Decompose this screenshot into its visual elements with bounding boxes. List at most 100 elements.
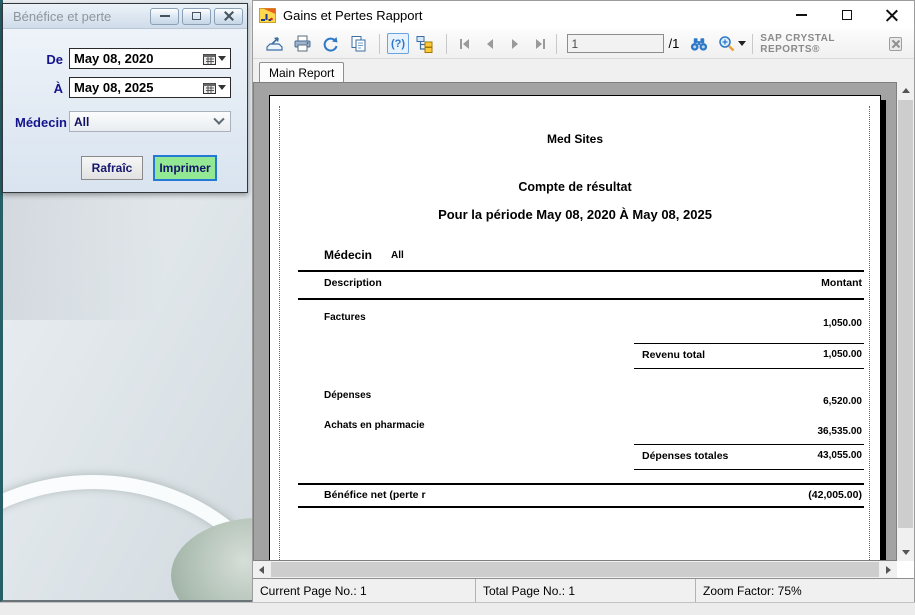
row-label: Dépenses xyxy=(324,390,371,401)
row-amount: 1,050.00 xyxy=(823,318,862,329)
horizontal-scroll-thumb[interactable] xyxy=(271,562,879,577)
refresh-button[interactable]: Rafraîc xyxy=(81,156,143,180)
toolbar-separator xyxy=(379,34,380,54)
divider xyxy=(634,343,864,344)
divider xyxy=(634,368,864,369)
medecin-selected-value: All xyxy=(70,115,215,129)
viewer-statusbar: Current Page No.: 1 Total Page No.: 1 Zo… xyxy=(253,578,914,602)
photo-shade xyxy=(3,190,252,320)
row-label: Factures xyxy=(324,312,366,323)
column-header-amount: Montant xyxy=(821,277,862,289)
vertical-scrollbar[interactable] xyxy=(897,82,914,561)
subtotal-amount: 43,055.00 xyxy=(818,450,863,461)
window-minimize-button[interactable] xyxy=(779,1,824,29)
scroll-right-button[interactable] xyxy=(880,561,897,578)
medecin-combobox[interactable]: All xyxy=(69,111,231,132)
report-viewport: Med Sites Compte de résultat Pour la pér… xyxy=(253,82,914,578)
group-label: Médecin xyxy=(324,248,372,262)
to-date-value: May 08, 2025 xyxy=(70,80,203,95)
date-dropdown-icon[interactable] xyxy=(218,56,226,61)
viewer-title: Gains et Pertes Rapport xyxy=(283,8,779,23)
export-icon xyxy=(265,35,284,53)
scroll-up-button[interactable] xyxy=(897,82,914,99)
window-maximize-button[interactable] xyxy=(824,1,869,29)
refresh-button-label: Rafraîc xyxy=(92,161,133,175)
scroll-down-button[interactable] xyxy=(897,544,914,561)
previous-page-button[interactable] xyxy=(479,34,502,54)
report-scroll-area[interactable]: Med Sites Compte de résultat Pour la pér… xyxy=(253,82,897,561)
print-button[interactable]: Imprimer xyxy=(153,155,217,181)
divider xyxy=(298,298,864,300)
close-icon xyxy=(891,40,899,48)
calendar-icon[interactable] xyxy=(203,53,216,65)
arrow-left-icon xyxy=(259,566,264,574)
previous-page-icon xyxy=(483,38,497,50)
binoculars-icon xyxy=(689,36,709,52)
dialog-title: Bénéfice et perte xyxy=(13,9,147,24)
print-report-button[interactable] xyxy=(293,34,312,54)
last-page-icon xyxy=(533,38,547,50)
printer-icon xyxy=(293,35,312,53)
copy-icon xyxy=(349,35,368,53)
to-date-field[interactable]: May 08, 2025 xyxy=(69,77,231,98)
close-icon xyxy=(224,11,234,21)
report-period: Pour la période May 08, 2020 À May 08, 2… xyxy=(270,207,880,222)
print-button-label: Imprimer xyxy=(159,161,210,175)
group-value: All xyxy=(391,250,404,261)
minimize-icon xyxy=(796,14,807,16)
dialog-close-button[interactable] xyxy=(214,8,243,25)
next-page-icon xyxy=(508,38,522,50)
report-page: Med Sites Compte de résultat Pour la pér… xyxy=(269,95,881,561)
search-button[interactable] xyxy=(689,34,709,54)
row-amount: 36,535.00 xyxy=(818,426,863,437)
first-page-button[interactable] xyxy=(454,34,477,54)
sap-crystal-reports-logo: SAP CRYSTAL REPORTS® xyxy=(760,33,879,55)
brand-close-button[interactable] xyxy=(889,37,902,51)
dialog-maximize-button[interactable] xyxy=(182,8,211,25)
zoom-dropdown-icon[interactable] xyxy=(738,41,746,46)
refresh-report-button[interactable] xyxy=(321,34,340,54)
vertical-scroll-thumb[interactable] xyxy=(898,100,913,528)
scroll-left-button[interactable] xyxy=(253,561,270,578)
next-page-button[interactable] xyxy=(504,34,527,54)
first-page-icon xyxy=(458,38,472,50)
maximize-icon xyxy=(842,10,852,20)
date-dropdown-icon[interactable] xyxy=(218,85,226,90)
divider xyxy=(634,469,864,470)
close-icon xyxy=(886,9,898,21)
copy-button[interactable] xyxy=(349,34,368,54)
divider xyxy=(298,483,864,485)
row-label: Achats en pharmacie xyxy=(324,420,425,431)
medecin-label: Médecin xyxy=(9,115,67,130)
arrow-down-icon xyxy=(902,550,910,555)
dialog-titlebar[interactable]: Bénéfice et perte xyxy=(3,4,247,29)
dialog-minimize-button[interactable] xyxy=(150,8,179,25)
parameter-panel-icon: (?) xyxy=(391,38,405,50)
zoom-icon xyxy=(718,35,736,53)
net-label: Bénéfice net (perte r xyxy=(324,489,426,501)
horizontal-scrollbar[interactable] xyxy=(253,561,897,578)
arrow-right-icon xyxy=(886,566,891,574)
zoom-button[interactable] xyxy=(718,34,736,54)
viewer-titlebar[interactable]: Gains et Pertes Rapport xyxy=(253,1,914,29)
page-margin-guide xyxy=(279,106,280,561)
refresh-icon xyxy=(321,35,340,53)
from-date-field[interactable]: May 08, 2020 xyxy=(69,48,231,69)
status-zoom-factor: Zoom Factor: 75% xyxy=(696,579,914,602)
report-viewer-window: Gains et Pertes Rapport xyxy=(252,0,915,602)
minimize-icon xyxy=(160,15,170,17)
export-button[interactable] xyxy=(265,34,284,54)
last-page-button[interactable] xyxy=(529,34,552,54)
row-amount: 6,520.00 xyxy=(823,396,862,407)
from-date-label: De xyxy=(29,52,63,67)
arrow-up-icon xyxy=(902,88,910,93)
group-tree-icon xyxy=(415,35,435,53)
page-number-input[interactable] xyxy=(567,34,664,53)
toggle-group-tree-button[interactable] xyxy=(415,34,435,54)
calendar-icon[interactable] xyxy=(203,82,216,94)
toggle-parameter-panel-button[interactable]: (?) xyxy=(387,33,409,54)
crystal-reports-app-icon xyxy=(259,8,276,23)
window-close-button[interactable] xyxy=(869,1,914,29)
tab-main-report[interactable]: Main Report xyxy=(259,62,344,82)
benefice-et-perte-dialog: Bénéfice et perte De May 08, 2020 À May … xyxy=(2,3,248,193)
